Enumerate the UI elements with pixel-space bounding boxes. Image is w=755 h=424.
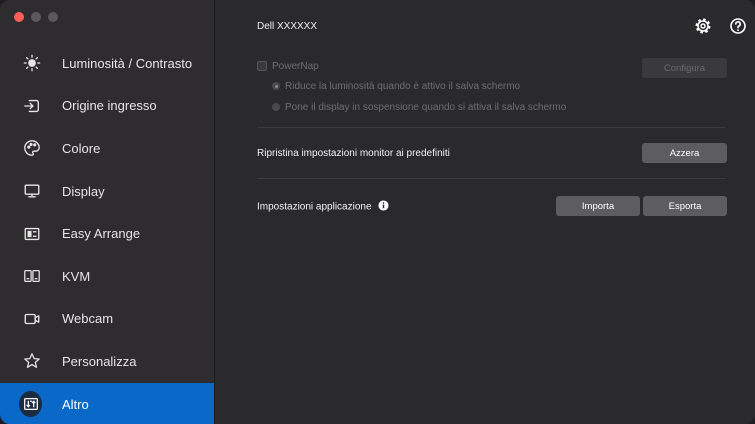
brightness-icon — [22, 53, 42, 73]
color-icon — [22, 138, 42, 158]
sidebar-item-others[interactable]: Altro — [0, 382, 214, 424]
powernap-label: PowerNap — [272, 61, 319, 72]
powernap-row: PowerNap — [257, 61, 319, 72]
display-icon — [22, 181, 42, 201]
reset-button[interactable]: Azzera — [642, 143, 727, 163]
sidebar-item-label: Altro — [62, 396, 89, 412]
divider — [257, 178, 725, 179]
powernap-option-dim: Riduce la luminosità quando è attivo il … — [272, 81, 520, 92]
app-settings-row: Impostazioni applicazione — [257, 200, 389, 214]
app-settings-label: Impostazioni applicazione — [257, 201, 372, 213]
info-icon[interactable] — [378, 200, 389, 214]
sidebar-item-label: Webcam — [62, 311, 114, 327]
input-source-icon — [22, 96, 42, 116]
sidebar-item-label: Personalizza — [62, 353, 137, 369]
radio-sleep-display[interactable] — [272, 103, 280, 112]
help-icon[interactable] — [728, 16, 748, 36]
sidebar-item-label: Display — [62, 183, 105, 199]
reset-label: Ripristina impostazioni monitor ai prede… — [257, 148, 450, 159]
sidebar-item-easy-arrange[interactable]: Easy Arrange — [0, 212, 214, 255]
close-window-button[interactable] — [14, 12, 24, 22]
powernap-checkbox[interactable] — [257, 61, 267, 72]
divider — [257, 127, 725, 128]
option-sleep-label: Pone il display in sospensione quando si… — [285, 102, 567, 113]
minimize-window-button[interactable] — [31, 12, 41, 22]
window-controls — [14, 12, 58, 22]
sidebar-item-color[interactable]: Colore — [0, 127, 214, 170]
sidebar-item-personalize[interactable]: Personalizza — [0, 340, 214, 383]
easy-arrange-icon — [22, 224, 42, 244]
sidebar-item-input-source[interactable]: Origine ingresso — [0, 85, 214, 128]
sidebar-item-label: Luminosità / Contrasto — [62, 55, 193, 71]
powernap-option-sleep: Pone il display in sospensione quando si… — [272, 102, 566, 113]
sidebar-item-kvm[interactable]: KVM — [0, 255, 214, 298]
sidebar-item-display[interactable]: Display — [0, 170, 214, 213]
others-icon — [19, 391, 42, 418]
import-button[interactable]: Importa — [556, 196, 640, 216]
main-panel: Dell XXXXXX PowerNap Configura Riduce la… — [215, 0, 755, 424]
kvm-icon — [22, 266, 42, 286]
gear-icon[interactable] — [693, 16, 713, 36]
sidebar-nav: Luminosità / Contrasto Origine ingresso — [0, 42, 214, 424]
sidebar-item-label: Origine ingresso — [62, 98, 157, 114]
star-icon — [22, 351, 42, 371]
sidebar-item-label: Colore — [62, 140, 101, 156]
sidebar: Luminosità / Contrasto Origine ingresso — [0, 0, 215, 424]
export-button[interactable]: Esporta — [643, 196, 727, 216]
configure-button[interactable]: Configura — [642, 58, 727, 78]
app-window: Luminosità / Contrasto Origine ingresso — [0, 0, 755, 424]
sidebar-item-label: Easy Arrange — [62, 226, 141, 242]
radio-dim-brightness[interactable] — [272, 82, 280, 91]
maximize-window-button[interactable] — [48, 12, 58, 22]
sidebar-item-brightness-contrast[interactable]: Luminosità / Contrasto — [0, 42, 214, 85]
webcam-icon — [22, 309, 42, 329]
sidebar-item-webcam[interactable]: Webcam — [0, 298, 214, 341]
sidebar-item-label: KVM — [62, 268, 91, 284]
monitor-name: Dell XXXXXX — [257, 21, 318, 32]
option-dim-label: Riduce la luminosità quando è attivo il … — [285, 81, 521, 92]
